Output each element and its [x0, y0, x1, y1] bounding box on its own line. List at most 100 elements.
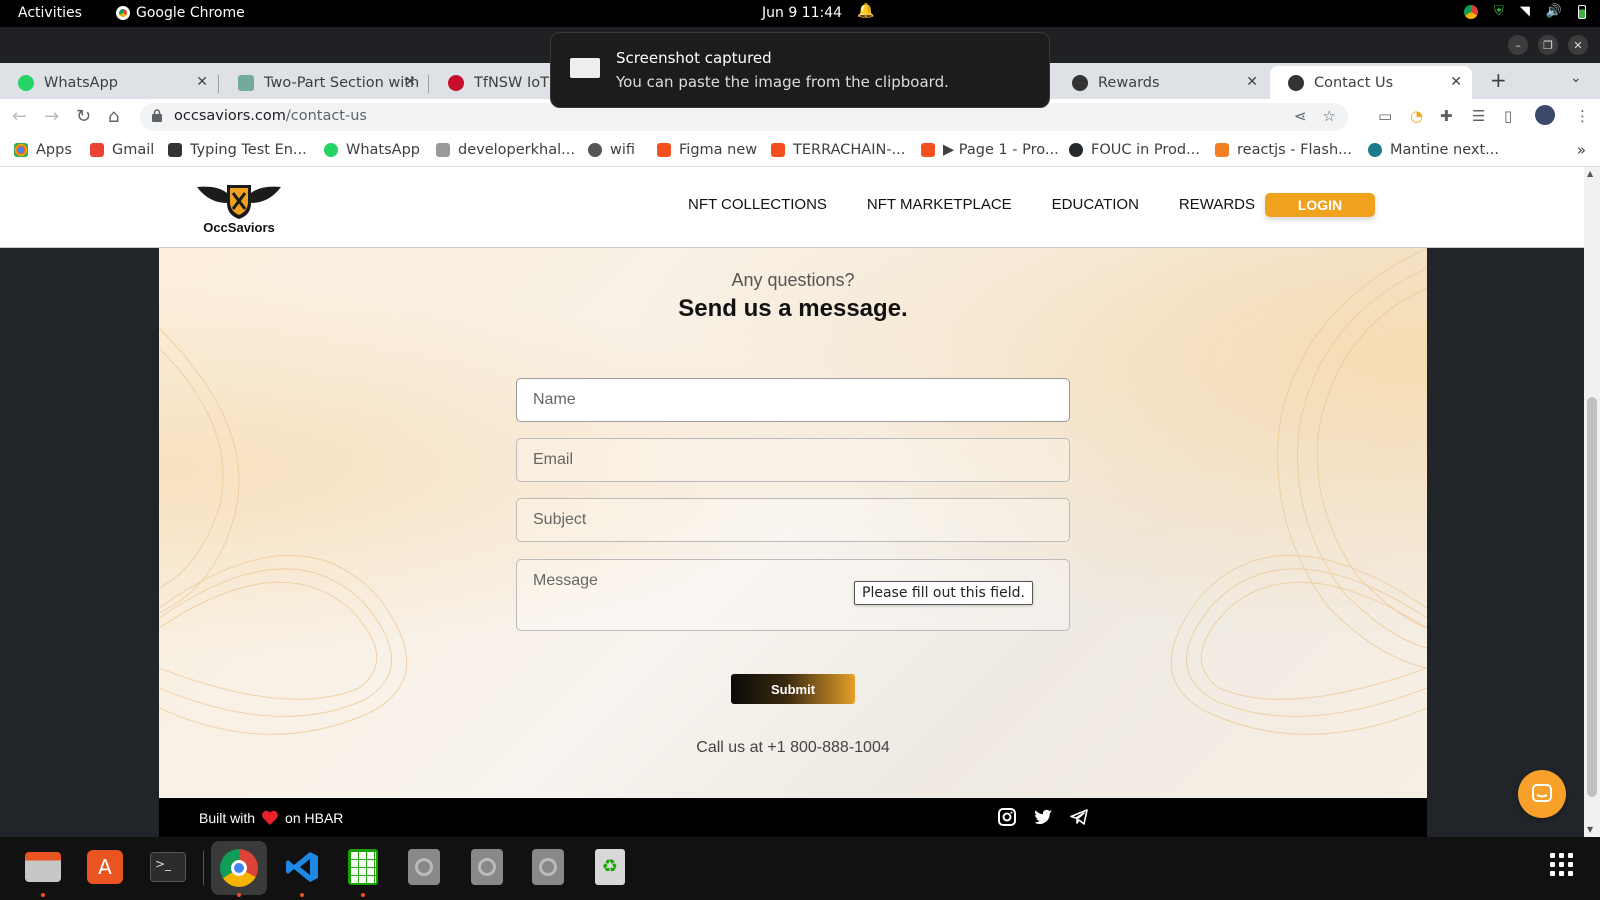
tab-close-icon[interactable]: ✕ — [1450, 74, 1462, 90]
bookmark-label: WhatsApp — [346, 142, 420, 158]
disc-3-icon[interactable] — [526, 845, 570, 889]
bookmark-label: developerkhal... — [458, 142, 575, 158]
whatsapp-icon — [18, 74, 34, 91]
tab-title: Two-Part Section with — [264, 74, 420, 91]
scroll-down-icon[interactable]: ▼ — [1587, 825, 1593, 834]
bookmark-item[interactable]: developerkhal... — [436, 142, 575, 158]
extension-orange-icon[interactable]: ◔ — [1410, 107, 1423, 125]
page-scrollbar[interactable]: ▲ ▼ — [1584, 167, 1600, 837]
tab-close-icon[interactable]: ✕ — [1246, 74, 1258, 90]
tab-search-chevron-icon[interactable]: ⌄ — [1570, 70, 1582, 86]
disc-1-icon[interactable] — [402, 845, 446, 889]
shield-icon[interactable]: ⛨ — [1494, 4, 1504, 19]
trash-icon[interactable]: ♻ — [588, 845, 632, 889]
telegram-icon[interactable] — [1069, 807, 1089, 827]
lock-icon — [152, 109, 162, 122]
extension-icon[interactable]: ▭ — [1378, 107, 1392, 125]
bookmark-item[interactable]: Apps — [14, 142, 72, 158]
volume-icon[interactable]: 🔊 — [1546, 4, 1562, 19]
screenshot-notification[interactable]: Screenshot captured You can paste the im… — [550, 32, 1050, 108]
bookmark-item[interactable]: reactjs - Flash... — [1215, 142, 1352, 158]
vscode-icon[interactable] — [280, 845, 324, 889]
notification-bell-icon: 🔔 — [857, 3, 875, 19]
side-panel-icon[interactable]: ▯ — [1504, 107, 1512, 125]
bookmark-label: reactjs - Flash... — [1237, 142, 1352, 158]
chat-icon — [1532, 784, 1552, 802]
wifi-icon[interactable]: ◥ — [1520, 4, 1530, 19]
bookmark-label: FOUC in Prod... — [1091, 142, 1200, 158]
bookmark-item[interactable]: TERRACHAIN-... — [771, 142, 905, 158]
bookmarks-overflow-icon[interactable]: » — [1577, 141, 1586, 159]
instagram-icon[interactable] — [997, 807, 1017, 827]
tab-rewards[interactable]: Rewards ✕ — [1054, 66, 1268, 99]
clock[interactable]: Jun 9 11:44 — [762, 5, 842, 21]
bookmark-item[interactable]: ▶ Page 1 - Pro... — [921, 142, 1059, 158]
show-apps-grid-icon[interactable] — [1550, 853, 1573, 876]
notification-body: You can paste the image from the clipboa… — [616, 73, 949, 91]
bookmark-item[interactable]: Typing Test En... — [168, 142, 307, 158]
reading-list-icon[interactable]: ☰ — [1472, 107, 1485, 125]
share-icon[interactable]: ⋖ — [1294, 107, 1307, 125]
bookmark-item[interactable]: wifi — [588, 142, 635, 158]
bookmark-label: Typing Test En... — [190, 142, 307, 158]
tab-close-icon[interactable]: ✕ — [196, 74, 208, 90]
scroll-thumb[interactable] — [1587, 397, 1597, 797]
close-icon[interactable]: ✕ — [1568, 35, 1588, 55]
bookmark-item[interactable]: Mantine next... — [1368, 142, 1499, 158]
bookmark-item[interactable]: Figma new — [657, 142, 757, 158]
bookmark-star-icon[interactable]: ☆ — [1323, 107, 1336, 125]
terminal-icon[interactable]: >_ — [146, 845, 190, 889]
extensions-puzzle-icon[interactable]: ✚ — [1440, 107, 1453, 125]
system-top-bar: Activities Google Chrome Jun 9 11:44 🔔 ⛨… — [0, 0, 1600, 27]
site-logo[interactable]: OccSaviors — [197, 181, 281, 235]
chrome-tray-icon[interactable] — [1464, 4, 1479, 19]
built-prefix: Built with — [199, 810, 256, 826]
scroll-up-icon[interactable]: ▲ — [1587, 169, 1593, 178]
system-tray[interactable]: ⛨ ◥ 🔊 — [1464, 4, 1586, 19]
forward-icon[interactable]: → — [44, 106, 59, 127]
minimize-icon[interactable]: – — [1508, 35, 1528, 55]
url-domain: occsaviors.com — [174, 108, 286, 124]
restore-icon[interactable]: ❐ — [1538, 35, 1558, 55]
chrome-dock-icon[interactable] — [211, 841, 267, 895]
bookmark-item[interactable]: FOUC in Prod... — [1069, 142, 1200, 158]
globe-icon — [588, 143, 602, 157]
openai-icon — [238, 74, 254, 91]
files-icon[interactable] — [21, 845, 65, 889]
bookmark-label: Mantine next... — [1390, 142, 1499, 158]
bookmark-item[interactable]: WhatsApp — [324, 142, 420, 158]
menu-kebab-icon[interactable]: ⋮ — [1575, 107, 1590, 125]
tab-two-part-section[interactable]: Two-Part Section with ✕ — [220, 66, 426, 99]
submit-button[interactable]: Submit — [731, 674, 855, 704]
back-icon[interactable]: ← — [12, 106, 27, 127]
new-tab-icon[interactable]: + — [1490, 68, 1507, 92]
login-button[interactable]: LOGIN — [1265, 193, 1375, 217]
disc-2-icon[interactable] — [465, 845, 509, 889]
nav-education[interactable]: EDUCATION — [1052, 196, 1139, 213]
bookmark-label: Gmail — [112, 142, 155, 158]
contact-heading: Send us a message. — [678, 295, 908, 322]
bookmark-label: Apps — [36, 142, 72, 158]
battery-icon[interactable] — [1578, 4, 1586, 19]
app-menu[interactable]: Google Chrome — [116, 5, 245, 21]
twitter-icon[interactable] — [1033, 807, 1053, 827]
home-icon[interactable]: ⌂ — [108, 106, 119, 127]
tab-title: Contact Us — [1314, 74, 1394, 91]
app-center-icon[interactable]: A — [83, 845, 127, 889]
tab-contact-us[interactable]: Contact Us ✕ — [1270, 66, 1472, 99]
email-input[interactable]: Email — [516, 438, 1070, 482]
activities-button[interactable]: Activities — [18, 5, 82, 21]
chat-widget-button[interactable] — [1518, 770, 1566, 818]
nav-nft-marketplace[interactable]: NFT MARKETPLACE — [867, 196, 1012, 213]
site-header: OccSaviors NFT COLLECTIONS NFT MARKETPLA… — [0, 167, 1584, 248]
bookmark-item[interactable]: Gmail — [90, 142, 154, 158]
profile-avatar[interactable] — [1535, 105, 1555, 125]
tab-whatsapp[interactable]: WhatsApp ✕ — [0, 66, 218, 99]
tab-close-icon[interactable]: ✕ — [404, 74, 416, 90]
nav-nft-collections[interactable]: NFT COLLECTIONS — [688, 196, 827, 213]
spreadsheet-icon[interactable] — [341, 845, 385, 889]
nav-rewards[interactable]: REWARDS — [1179, 196, 1255, 213]
reload-icon[interactable]: ↻ — [76, 106, 91, 127]
subject-input[interactable]: Subject — [516, 498, 1070, 542]
name-input[interactable]: Name — [516, 378, 1070, 422]
